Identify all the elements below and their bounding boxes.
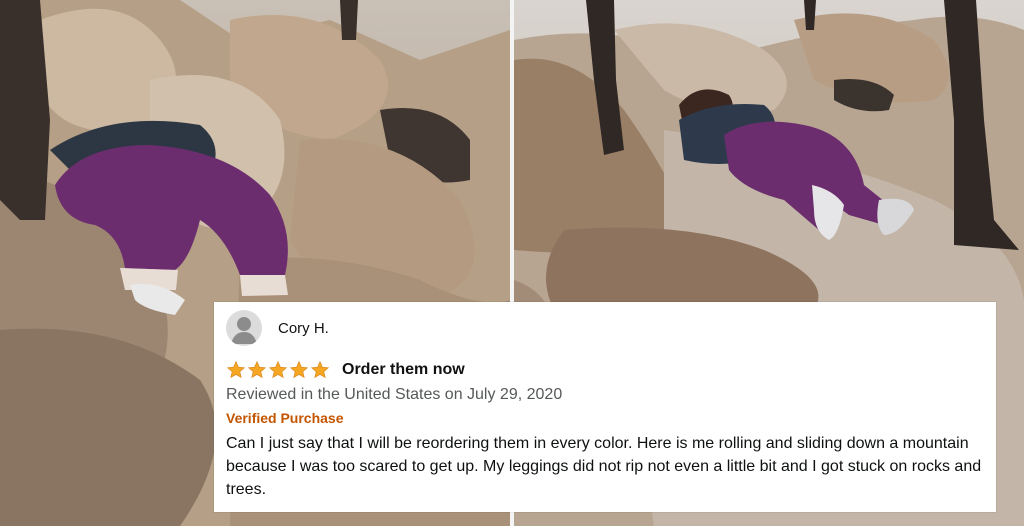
avatar[interactable] (226, 310, 262, 346)
person-silhouette-icon (231, 317, 257, 344)
star-icon (289, 360, 309, 379)
review-card: Cory H. Order them now Reviewed in the U… (214, 302, 996, 512)
review-title[interactable]: Order them now (342, 361, 465, 379)
star-rating (226, 360, 330, 380)
star-icon (226, 360, 246, 379)
star-icon (247, 360, 267, 379)
reviewer-name[interactable]: Cory H. (278, 320, 329, 337)
review-body: Can I just say that I will be reordering… (226, 435, 982, 498)
verified-purchase-badge: Verified Purchase (226, 410, 344, 426)
reviewer-row: Cory H. (226, 308, 982, 348)
star-icon (268, 360, 288, 379)
review-date: Reviewed in the United States on July 29… (226, 386, 563, 403)
rating-row: Order them now (226, 358, 982, 382)
star-icon (310, 360, 330, 379)
